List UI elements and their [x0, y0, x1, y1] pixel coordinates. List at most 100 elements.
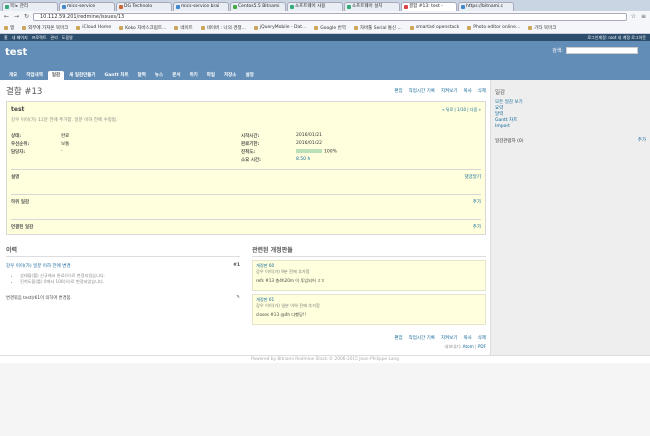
field-value: 보통	[61, 142, 70, 147]
changeset-message: refs #13 총4h20m 이 투입되어 ㅎㅎ	[256, 278, 325, 283]
browser-tab[interactable]: Centos5.5 Bitnami	[230, 2, 286, 11]
project-tab[interactable]: 설정	[241, 71, 257, 80]
project-tab[interactable]: 문서	[168, 71, 184, 80]
bookmark-item[interactable]: jQueryMobile - Dat...	[253, 25, 307, 30]
project-tab[interactable]: 파일	[203, 71, 219, 80]
project-tab[interactable]: 저장소	[220, 71, 240, 80]
export-label: 내보내기:	[444, 344, 462, 349]
field-value: 2016/01/21	[296, 133, 322, 138]
top-menu-item[interactable]: 내 페이지	[12, 35, 28, 40]
description-label: 설명	[11, 175, 20, 180]
tab-label: 소프트웨어 사용	[295, 4, 326, 9]
bookmark-label: Photo editor online...	[473, 25, 521, 30]
browser-tab[interactable]: 결함 #13: test -	[401, 2, 457, 11]
project-menu: 개요 작업내역 일감 새 일감만들기 Gantt 차트 달력 뉴스 문서 위키 파일 저장소 설정	[5, 71, 258, 80]
bookmark-label: jQueryMobile - Dat...	[259, 25, 307, 30]
project-tab[interactable]: 일감	[47, 71, 65, 80]
bookmark-icon	[119, 25, 124, 30]
edit-icon[interactable]: ✎	[236, 295, 240, 301]
star-icon[interactable]: ☆	[630, 13, 637, 20]
reload-icon[interactable]: ↻	[23, 13, 30, 20]
top-menu-item[interactable]: 도움말	[62, 35, 73, 40]
top-menu-item[interactable]: 홈	[4, 35, 8, 40]
tab-favicon-icon	[290, 5, 294, 9]
project-tab[interactable]: 달력	[134, 71, 150, 80]
quote-link[interactable]: 댓글달기	[464, 174, 481, 180]
bookmark-icon	[314, 25, 319, 30]
issue-actions: 편집 작업시간 기록 지켜보기 복사 삭제	[394, 88, 486, 94]
issue-action-link[interactable]: 삭제	[478, 88, 486, 94]
content: 결함 #13 편집 작업시간 기록 지켜보기 복사 삭제 test « 뒤로 | 1/1…	[0, 80, 490, 355]
project-tab[interactable]: 위키	[185, 71, 201, 80]
bookmark-item[interactable]: 기타 북마크	[528, 25, 556, 31]
issue-action-link[interactable]: 편집	[394, 335, 402, 341]
bookmark-item[interactable]: 자바툴 Serial 통신 ...	[353, 25, 402, 31]
field-label: 상태:	[11, 134, 22, 139]
bookmark-label: Koko 자바스크립트...	[125, 25, 167, 31]
project-title: test	[5, 47, 28, 58]
issue-action-link[interactable]: 작업시간 기록	[409, 88, 435, 94]
issue-subject: test	[11, 106, 25, 113]
author-line: 강우 이이(가) 11분 전에 추가함. 일분 이하 전에 수정됨.	[11, 118, 118, 123]
bookmark-item[interactable]: Google 번역	[314, 25, 346, 31]
add-watcher-link[interactable]: 추가	[638, 138, 646, 144]
issue-action-link[interactable]: 편집	[394, 88, 402, 94]
issue-action-link[interactable]: 복사	[463, 335, 471, 341]
tab-label: 결함 #13: test -	[409, 4, 443, 9]
account-links[interactable]: 로그인계정: root 내 계정 로그아웃	[587, 34, 646, 41]
issue-pager[interactable]: « 뒤로 | 1/10 | 다음 »	[442, 107, 481, 113]
history-title: 이력	[6, 245, 240, 257]
issue-action-link[interactable]: 지켜보기	[441, 88, 458, 94]
back-icon[interactable]: ←	[3, 13, 10, 20]
journal-number[interactable]: #1	[233, 263, 240, 269]
project-tab[interactable]: Gantt 차트	[101, 71, 133, 80]
browser-tab[interactable]: mics-service brai	[173, 2, 229, 11]
browser-tab[interactable]: 소프트웨어 설치	[344, 2, 400, 11]
atom-link[interactable]: Atom	[463, 344, 474, 349]
issue-action-link[interactable]: 삭제	[478, 335, 486, 341]
url-input[interactable]: 10.112.59.201/redmine/issues/13	[33, 12, 627, 21]
add-subtask-link[interactable]: 추가	[473, 199, 481, 205]
bookmark-item[interactable]: iCloud Home	[76, 25, 111, 30]
field-label	[11, 157, 61, 163]
menu-icon[interactable]: ≡	[640, 13, 647, 20]
issue-action-link[interactable]: 작업시간 기록	[409, 335, 435, 341]
project-tab[interactable]: 뉴스	[151, 71, 167, 80]
project-tab[interactable]: 새 일감만들기	[65, 71, 99, 80]
bookmark-item[interactable]: 네이버 : 나의 경쟁...	[200, 25, 246, 31]
bookmark-icon	[409, 25, 414, 30]
issue-attributes: 상태: 완료 시작시간: 2016/01/21 우선순위: 보통 완료기한: 2016/01/…	[11, 133, 481, 163]
issue-details: test « 뒤로 | 1/10 | 다음 » 강우 이이(가) 11분 전에 …	[6, 101, 486, 235]
bookmark-item[interactable]: smartad openstack	[409, 25, 459, 30]
field-value[interactable]: 8.50 h	[296, 157, 396, 163]
issue-action-link[interactable]: 복사	[463, 88, 471, 94]
bookmark-item[interactable]: 네이트	[174, 25, 193, 31]
top-menu-item[interactable]: 프로젝트	[32, 35, 47, 40]
bookmark-item[interactable]: 앱	[4, 25, 14, 31]
bookmark-item[interactable]: Photo editor online...	[467, 25, 520, 30]
field-value: 완료	[61, 134, 70, 139]
browser-tab[interactable]: mics-service	[59, 2, 115, 11]
add-related-link[interactable]: 추가	[473, 224, 481, 230]
sidebar-link[interactable]: Import	[495, 124, 646, 130]
browser-tab[interactable]: 목노 관리	[2, 2, 58, 11]
project-tab[interactable]: 작업내역	[22, 71, 47, 80]
search-input[interactable]	[566, 47, 638, 54]
tab-label: DG Technolo	[124, 4, 153, 9]
issue-action-link[interactable]: 지켜보기	[441, 335, 458, 341]
browser-tabs: 목노 관리 mics-service DG Technolo mics-service…	[0, 0, 650, 11]
project-tab[interactable]: 개요	[5, 71, 21, 80]
forward-icon[interactable]: →	[13, 13, 20, 20]
bookmark-icon	[467, 25, 472, 30]
changeset-author: 강우 이이(가) 9분 전에 추가함	[256, 269, 310, 274]
browser-tab[interactable]: DG Technolo	[116, 2, 172, 11]
pdf-link[interactable]: PDF	[478, 344, 486, 349]
bookmark-icon	[528, 25, 533, 30]
bookmark-icon	[174, 25, 179, 30]
browser-tab[interactable]: https://bitnami.c	[458, 2, 514, 11]
browser-tab[interactable]: 소프트웨어 사용	[287, 2, 343, 11]
progress-value: 100%	[296, 149, 396, 155]
top-menu-item[interactable]: 관리	[50, 35, 57, 40]
bookmark-item[interactable]: Koko 자바스크립트...	[119, 25, 166, 31]
bookmark-item[interactable]: 외부에 가져온 북마크	[22, 25, 68, 31]
